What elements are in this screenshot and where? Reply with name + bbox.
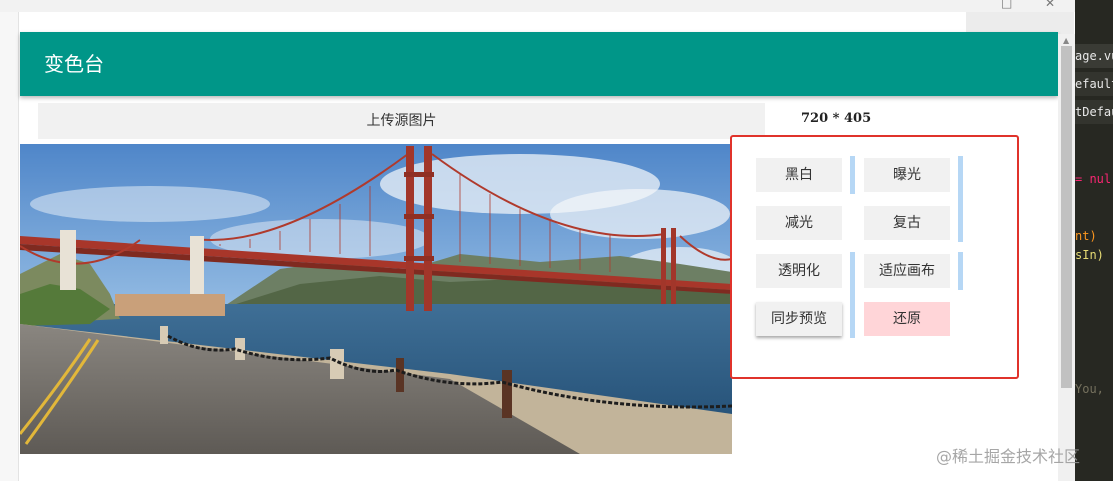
- scrollbar-thumb[interactable]: [1061, 46, 1072, 388]
- vintage-filter-button[interactable]: 复古: [864, 206, 950, 240]
- divider-bar: [958, 156, 963, 242]
- code-line: nt): [1075, 229, 1097, 243]
- minimize-icon[interactable]: □: [1001, 0, 1012, 10]
- upload-source-image-button[interactable]: 上传源图片: [38, 103, 765, 139]
- scroll-up-arrow-icon[interactable]: ▲: [1063, 36, 1069, 45]
- source-image-golden-gate-bridge: [20, 144, 732, 454]
- code-line: = nul: [1075, 172, 1112, 186]
- fit-canvas-button[interactable]: 适应画布: [864, 254, 950, 288]
- editor-tab[interactable]: age.vue: [1075, 44, 1113, 68]
- transparent-filter-button[interactable]: 透明化: [756, 254, 842, 288]
- divider-bar: [850, 156, 855, 194]
- editor-tab[interactable]: efault(: [1075, 72, 1113, 96]
- black-white-filter-button[interactable]: 黑白: [756, 158, 842, 192]
- background-toolbar-strip: [966, 12, 1074, 34]
- bridge-photo-illustration: [20, 144, 732, 454]
- code-line: You,: [1075, 382, 1104, 396]
- restore-button[interactable]: 还原: [864, 302, 950, 336]
- left-background-strip: [0, 12, 19, 481]
- reduce-light-filter-button[interactable]: 减光: [756, 206, 842, 240]
- divider-bar: [958, 252, 963, 290]
- code-line: sIn): [1075, 248, 1104, 262]
- close-icon[interactable]: ✕: [1045, 0, 1055, 10]
- watermark: @稀土掘金技术社区: [936, 447, 1081, 466]
- editor-tab[interactable]: tDefaul: [1075, 100, 1113, 124]
- sync-preview-button[interactable]: 同步预览: [756, 302, 842, 336]
- color-studio-dialog: 变色台 上传源图片 720 * 405 黑白 曝光 减光 复古 透明化 适应画布…: [20, 32, 1058, 481]
- app-title: 变色台: [44, 52, 104, 76]
- window-top-strip: [0, 0, 1075, 12]
- background-code-editor: age.vue efault( tDefaul = nul nt) sIn) Y…: [1075, 0, 1113, 481]
- app-bar: 变色台: [20, 32, 1058, 96]
- exposure-filter-button[interactable]: 曝光: [864, 158, 950, 192]
- image-dimensions: 720 * 405: [801, 111, 872, 126]
- divider-bar: [850, 252, 855, 338]
- filter-controls-panel: 黑白 曝光 减光 复古 透明化 适应画布 同步预览 还原: [730, 135, 1019, 379]
